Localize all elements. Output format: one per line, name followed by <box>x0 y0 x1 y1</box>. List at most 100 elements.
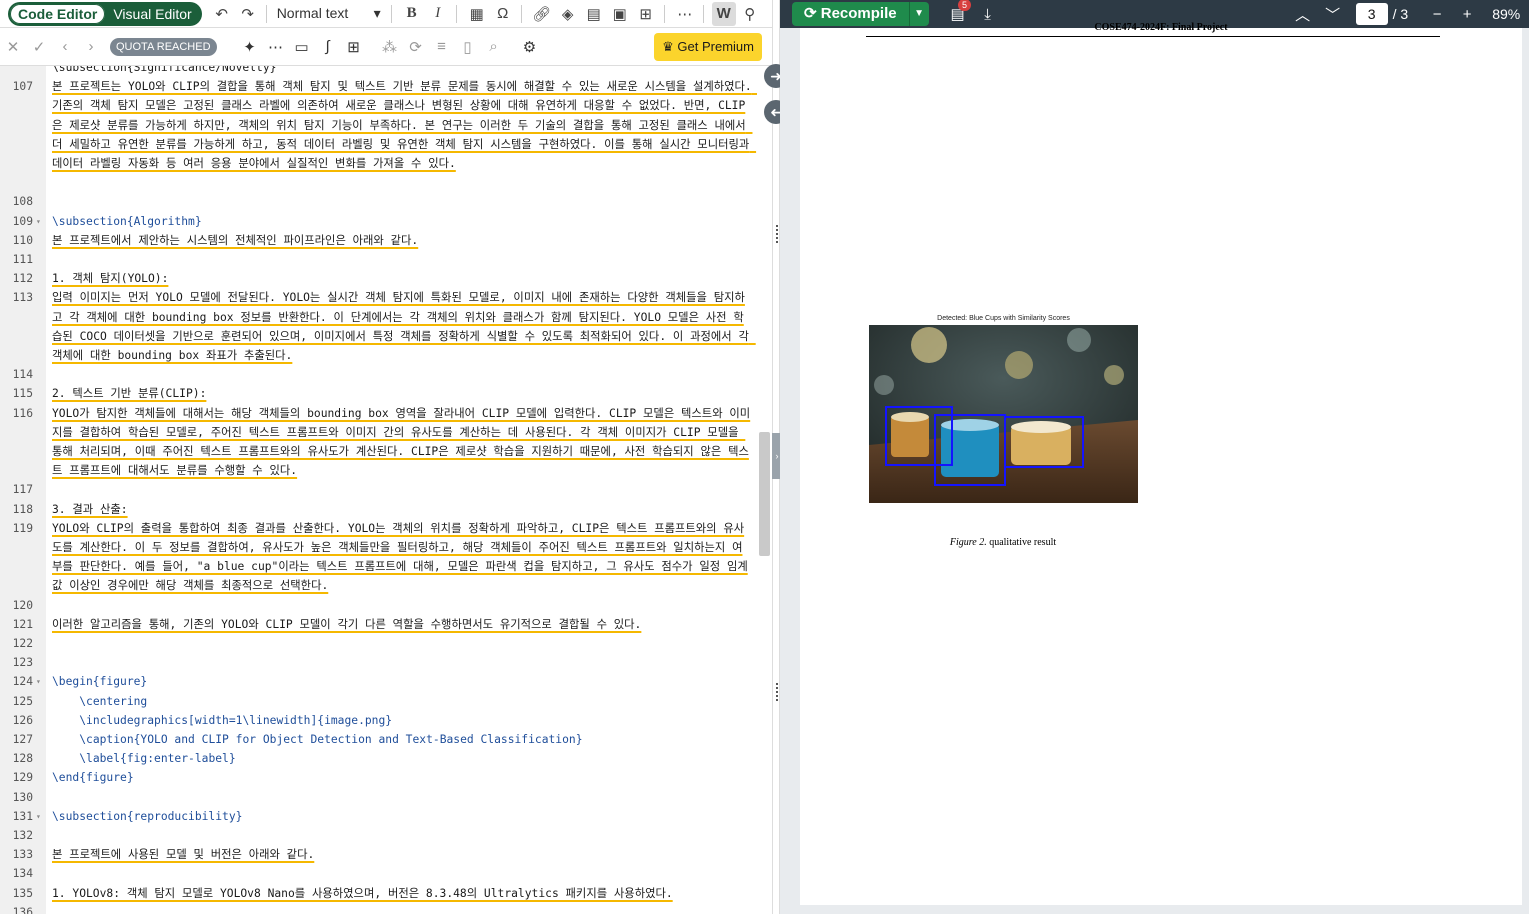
code-text[interactable]: 2. 텍스트 기반 분류(CLIP): <box>52 384 752 403</box>
code-line[interactable]: 113 입력 이미지는 먼저 YOLO 모델에 전달된다. YOLO는 실시간 객… <box>0 288 756 365</box>
fold-icon[interactable]: ▾ <box>36 672 41 691</box>
settings-icon[interactable]: ⚙ <box>517 34 543 60</box>
book-icon[interactable]: ▤ <box>582 2 606 26</box>
code-line[interactable]: 112 1. 객체 탐지(YOLO): <box>0 269 756 288</box>
code-line[interactable]: 128 \label{fig:enter-label} <box>0 749 756 768</box>
code-text[interactable]: 본 프로젝트는 YOLO와 CLIP의 결합을 통해 객체 탐지 및 텍스트 기… <box>52 77 752 173</box>
code-line[interactable]: 123 <box>0 653 756 672</box>
code-line[interactable]: 118 3. 결과 산출: <box>0 500 756 519</box>
code-line[interactable]: 107 본 프로젝트는 YOLO와 CLIP의 결합을 통해 객체 탐지 및 텍스… <box>0 77 756 192</box>
code-text[interactable]: 본 프로젝트에서 제안하는 시스템의 전체적인 파이프라인은 아래와 같다. <box>52 231 752 250</box>
code-line[interactable]: 133 본 프로젝트에 사용된 모델 및 버전은 아래와 같다. <box>0 845 756 864</box>
redo-icon[interactable]: ↷ <box>236 2 260 26</box>
code-line[interactable]: 108 <box>0 192 756 211</box>
code-text[interactable]: \caption{YOLO and CLIP for Object Detect… <box>52 730 752 749</box>
code-line[interactable]: 135 1. YOLOv8: 객체 탐지 모델로 YOLOv8 Nano를 사용하… <box>0 884 756 903</box>
code-line[interactable]: 131 ▾ \subsection{reproducibility} <box>0 807 756 826</box>
code-text[interactable]: YOLO가 탐지한 객체들에 대해서는 해당 객체들의 bounding box… <box>52 404 752 481</box>
bug-icon[interactable]: ⁂ <box>377 34 403 60</box>
code-line[interactable]: 119 YOLO와 CLIP의 출력을 통합하여 최종 결과를 산출한다. YOL… <box>0 519 756 596</box>
code-text[interactable]: \includegraphics[width=1\linewidth]{imag… <box>52 711 752 730</box>
line-number: 121 <box>12 617 33 631</box>
italic-icon[interactable]: I <box>426 2 450 26</box>
close-icon[interactable]: ✕ <box>0 34 26 60</box>
visual-editor-tab[interactable]: Visual Editor <box>105 4 199 24</box>
code-line[interactable]: 114 <box>0 365 756 384</box>
grip-handle[interactable] <box>776 225 778 243</box>
fold-icon[interactable]: ▾ <box>36 807 41 826</box>
table-icon[interactable]: ⊞ <box>341 34 367 60</box>
code-editor[interactable]: \subsection{Significance/Novelty} 107 본 프로… <box>0 66 772 914</box>
scrollbar-thumb[interactable] <box>759 432 770 556</box>
code-line[interactable]: 115 2. 텍스트 기반 분류(CLIP): <box>0 384 756 403</box>
search-doc-icon[interactable]: ⌕ <box>481 34 507 60</box>
code-text[interactable]: \begin{figure} <box>52 672 752 691</box>
code-line[interactable]: 125 \centering <box>0 692 756 711</box>
code-line[interactable]: 130 <box>0 788 756 807</box>
code-text[interactable]: YOLO와 CLIP의 출력을 통합하여 최종 결과를 산출한다. YOLO는 … <box>52 519 752 596</box>
code-text[interactable]: \centering <box>52 692 752 711</box>
check-icon[interactable]: ✓ <box>26 34 52 60</box>
grip-handle[interactable] <box>776 683 778 701</box>
list-icon[interactable]: ≡ <box>429 34 455 60</box>
more-icon[interactable]: ⋯ <box>673 2 697 26</box>
code-line[interactable]: 127 \caption{YOLO and CLIP for Object De… <box>0 730 756 749</box>
refresh-icon[interactable]: ⟳ <box>403 34 429 60</box>
search-icon[interactable]: ⚲ <box>738 2 762 26</box>
code-line[interactable]: 136 <box>0 903 756 914</box>
get-premium-button[interactable]: ♛ Get Premium <box>654 33 762 61</box>
chevron-right-icon[interactable]: › <box>78 34 104 60</box>
editor-mode-toggle[interactable]: Code Editor Visual Editor <box>8 1 202 26</box>
code-line[interactable]: 120 <box>0 596 756 615</box>
zoom-in-icon[interactable]: + <box>1452 6 1482 23</box>
code-line[interactable]: 124 ▾ \begin{figure} <box>0 672 756 691</box>
code-line[interactable]: 111 <box>0 250 756 269</box>
code-text[interactable]: \subsection{reproducibility} <box>52 807 752 826</box>
document-icon[interactable]: ▯ <box>455 34 481 60</box>
code-text[interactable]: 3. 결과 산출: <box>52 500 752 519</box>
bold-icon[interactable]: B <box>400 2 424 26</box>
sparkle-icon[interactable]: ✦ <box>237 34 263 60</box>
code-line[interactable]: 117 <box>0 480 756 499</box>
code-line[interactable]: 122 <box>0 634 756 653</box>
image-icon[interactable]: ▣ <box>608 2 632 26</box>
code-line[interactable]: 134 <box>0 864 756 883</box>
code-line[interactable]: 109 ▾ \subsection{Algorithm} <box>0 212 756 231</box>
track-changes-icon[interactable]: W <box>711 1 736 26</box>
math-icon[interactable]: ▦ <box>465 2 489 26</box>
dots-icon[interactable]: ⋯ <box>263 34 289 60</box>
code-line[interactable]: 110 본 프로젝트에서 제안하는 시스템의 전체적인 파이프라인은 아래와 같다… <box>0 231 756 250</box>
code-text[interactable]: 입력 이미지는 먼저 YOLO 모델에 전달된다. YOLO는 실시간 객체 탐… <box>52 288 752 365</box>
fold-icon[interactable]: ▾ <box>36 212 41 231</box>
code-text[interactable]: 본 프로젝트에 사용된 모델 및 버전은 아래와 같다. <box>52 845 752 864</box>
link-icon[interactable]: 🔗︎ <box>530 2 554 26</box>
formula-icon[interactable]: ∫ <box>315 34 341 60</box>
code-text[interactable]: \end{figure} <box>52 768 752 787</box>
tag-icon[interactable]: ◈ <box>556 2 580 26</box>
code-line[interactable]: 132 <box>0 826 756 845</box>
code-text[interactable]: 1. 객체 탐지(YOLO): <box>52 269 752 288</box>
code-text[interactable]: \subsection{Significance/Novelty} <box>52 66 752 77</box>
code-text[interactable]: \label{fig:enter-label} <box>52 749 752 768</box>
log-badge: 5 <box>958 0 972 11</box>
caption-label: Figure 2. <box>949 537 987 548</box>
chevron-left-icon[interactable]: ‹ <box>52 34 78 60</box>
code-line[interactable]: 126 \includegraphics[width=1\linewidth]{… <box>0 711 756 730</box>
code-text[interactable]: 이러한 알고리즘을 통해, 기존의 YOLO와 CLIP 모델이 각기 다른 역… <box>52 615 752 634</box>
code-line[interactable]: 129 \end{figure} <box>0 768 756 787</box>
code-editor-tab[interactable]: Code Editor <box>10 3 106 24</box>
download-icon[interactable]: ⤓ <box>973 6 1003 23</box>
code-line[interactable]: 116 YOLO가 탐지한 객체들에 대해서는 해당 객체들의 bounding … <box>0 404 756 481</box>
comment-icon[interactable]: ▭ <box>289 34 315 60</box>
code-text[interactable]: 1. YOLOv8: 객체 탐지 모델로 YOLOv8 Nano를 사용하였으며… <box>52 884 752 903</box>
text-format-select[interactable]: Normal text ▾ <box>273 5 385 22</box>
code-line[interactable]: \subsection{Significance/Novelty} <box>0 66 756 77</box>
zoom-level[interactable]: 89% <box>1492 6 1520 22</box>
refresh-icon: ⟳ <box>804 5 821 22</box>
zoom-out-icon[interactable]: − <box>1422 6 1452 23</box>
code-text[interactable]: \subsection{Algorithm} <box>52 212 752 231</box>
undo-icon[interactable]: ↶ <box>210 2 234 26</box>
omega-icon[interactable]: Ω <box>491 2 515 26</box>
code-line[interactable]: 121 이러한 알고리즘을 통해, 기존의 YOLO와 CLIP 모델이 각기 다… <box>0 615 756 634</box>
table-icon[interactable]: ⊞ <box>634 2 658 26</box>
